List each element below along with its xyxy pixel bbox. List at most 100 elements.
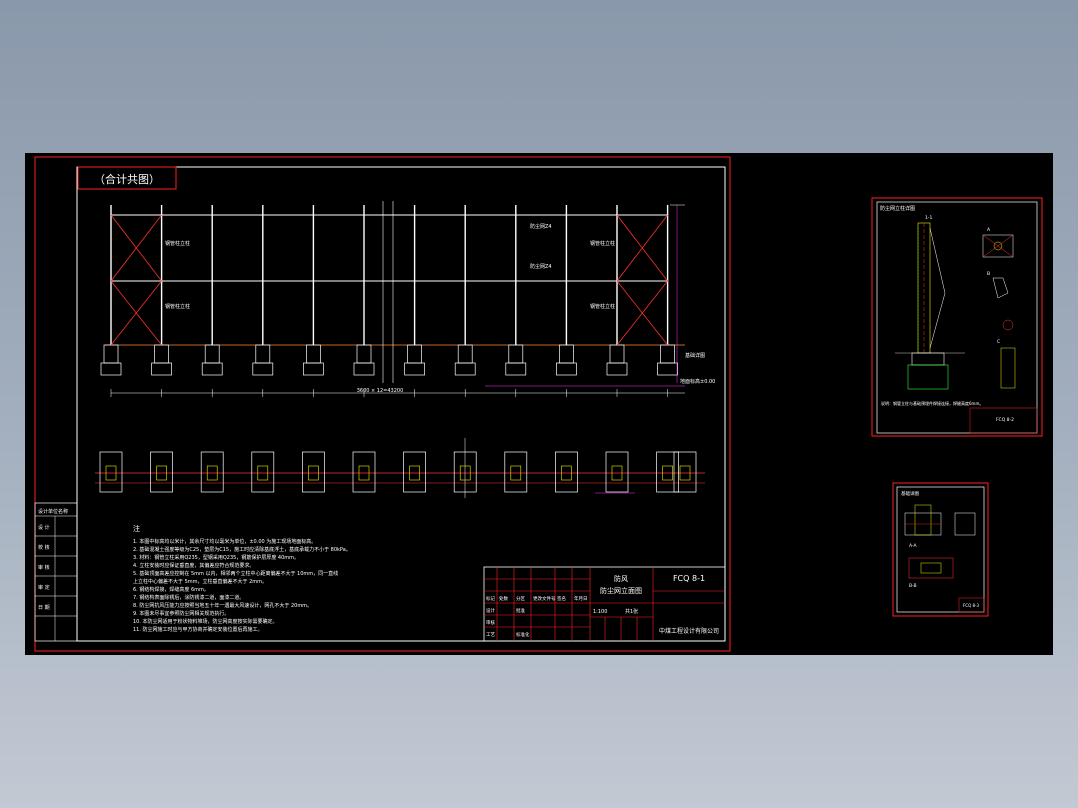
foundation-label: 基础详图 (685, 352, 705, 359)
pedestal-5 (356, 344, 372, 364)
footing-4 (303, 362, 324, 376)
note-line-0: 1. 本图中标高均以米计，其余尺寸均以毫米为单位，±0.00 为施工现场地面标高… (133, 538, 316, 545)
detail-1-label-c: B (987, 271, 990, 277)
footing-10 (606, 362, 628, 376)
detail-1-label-a: 1-1 (925, 215, 932, 221)
column-footing (907, 364, 949, 390)
pedestal-10 (609, 344, 625, 364)
tb-header-1: 处数 (499, 595, 508, 602)
detail-1-label-d: C (997, 339, 1000, 345)
tb-drawing-name-1: 防风 (614, 574, 628, 583)
tb-scale: 1:100 (593, 609, 607, 615)
plan-pad-1 (150, 451, 173, 493)
left-strip-label-3: 审 核 (38, 564, 50, 571)
detail-1-label-b: A (987, 227, 991, 233)
plan-pad-12 (673, 451, 697, 493)
tb-role-2: 工艺 (486, 632, 495, 638)
left-info-strip: 设计单位名称 设 计 校 核 审 核 审 定 日 期 (34, 502, 78, 642)
footing-9 (556, 362, 577, 376)
net-label-0: 防尘网Z4 (530, 223, 552, 230)
tb-header-4: 签名 (557, 595, 566, 602)
tb-sheet: 共1张 (625, 608, 638, 615)
ground-label: 地面标高±0.00 (680, 378, 715, 385)
footing-plan (908, 557, 954, 579)
tb-header-5: 年月日 (574, 595, 588, 602)
plan-pad-10 (605, 451, 629, 493)
plan-view (95, 438, 705, 498)
note-line-8: 8. 防尘网抗风压能力应按照当地五十年一遇最大风速设计，网孔不大于 20mm。 (133, 602, 312, 609)
note-line-7: 7. 钢结构表面除锈后，涂防锈漆二道，面漆二道。 (133, 594, 244, 601)
pedestal-8 (508, 344, 524, 364)
tb-drawing-name-2: 防尘网立面图 (600, 586, 642, 595)
pole-label-3: 钢管柱立柱 (590, 303, 615, 310)
note-line-4: 5. 基础顶面高差应控制在 5mm 以内，相邻两个立柱中心距离偏差不大于 10m… (133, 570, 338, 577)
tb-role-1: 审核 (486, 619, 495, 626)
left-strip-label-1: 设 计 (38, 524, 50, 531)
pedestal-6 (407, 344, 422, 364)
tb-role-3: 批准 (516, 607, 525, 614)
footing-6 (404, 362, 425, 376)
notes-block: 注 1. 本图中标高均以米计，其余尺寸均以毫米为单位，±0.00 为施工现场地面… (133, 524, 351, 633)
pedestal-0 (103, 344, 119, 364)
main-sheet-inner-border (76, 166, 726, 642)
pedestal-1 (154, 344, 169, 364)
note-line-9: 9. 本图未尽事宜参照防尘网相关规范执行。 (133, 610, 229, 617)
footing-1 (151, 362, 172, 376)
detail-2-drawing-no: FCQ 8-3 (963, 603, 980, 608)
detail-2-outer-border (892, 482, 989, 617)
tb-role-0: 设计 (486, 607, 495, 614)
dimension-total: 3600 × 12=43200 (357, 388, 404, 394)
plan-pad-2 (200, 451, 224, 493)
detail-2-label-b: B-B (909, 583, 917, 589)
detail-1-drawing-no: FCQ 8-2 (996, 417, 1014, 423)
detail-sheet-2: 基础详图 A-A B-B FCQ 8-3 (892, 482, 989, 617)
footing-3 (252, 362, 274, 376)
note-line-1: 2. 基础混凝土强度等级为C25，垫层为C15，施工时应清除基底浮土，基底承载力… (133, 546, 351, 553)
tb-header-2: 分区 (516, 595, 525, 602)
pedestal-4 (306, 344, 321, 364)
plan-pad-0 (99, 451, 123, 493)
footing-0 (100, 362, 122, 376)
pedestal-3 (255, 344, 271, 364)
plan-pad-9 (555, 451, 578, 493)
elevation-view (100, 201, 685, 397)
pedestal-7 (457, 344, 473, 364)
plan-pad-5 (352, 451, 376, 493)
plan-pad-4 (302, 451, 325, 493)
pole-label-0: 钢管柱立柱 (165, 240, 190, 247)
note-line-10: 10. 本防尘网适用于粉状物料堆场，防尘网高度按实际需要确定。 (133, 618, 278, 625)
note-line-5: 上立柱中心偏差不大于 5mm，立柱垂直偏差不大于 2mm。 (133, 578, 267, 585)
footing-2 (201, 362, 223, 376)
main-sheet: （合计共图） 设计单位名称 设 计 校 核 审 核 审 定 日 期 3600 ×… (34, 156, 731, 652)
pedestal-2 (204, 344, 220, 364)
cad-viewport[interactable]: （合计共图） 设计单位名称 设 计 校 核 审 核 审 定 日 期 3600 ×… (25, 153, 1053, 655)
column-base (911, 352, 945, 366)
detail-sheet-1: 防尘网立柱详图 1-1 A B C 说明：钢管立柱与基础预埋件焊接连接，焊缝高度… (871, 197, 1043, 437)
footing-5 (353, 362, 375, 376)
tb-drawing-no: FCQ 8-1 (673, 574, 705, 583)
plan-pad-11 (656, 451, 679, 493)
note-line-6: 6. 钢结构焊接，焊缝高度 6mm。 (133, 586, 209, 593)
detail-2-inner-border (896, 486, 985, 613)
detail-1-heading: 防尘网立柱详图 (880, 205, 915, 212)
pole-label-2: 钢管柱立柱 (590, 240, 615, 247)
tb-header-0: 标记 (486, 595, 495, 602)
note-line-2: 3. 材料：钢管立柱采用Q235，型钢采用Q235，钢筋保护层厚度 40mm。 (133, 554, 299, 561)
footing-7 (454, 362, 476, 376)
net-label-1: 防尘网Z4 (530, 263, 552, 270)
left-strip-label-5: 日 期 (38, 605, 50, 611)
left-strip-label-2: 校 核 (38, 544, 50, 551)
tb-role-4: 标准化 (516, 631, 530, 638)
left-strip-label-4: 审 定 (38, 584, 50, 591)
plan-pad-6 (403, 451, 426, 493)
anchor-detail (1000, 347, 1016, 389)
footing-side (954, 512, 976, 536)
pedestal-9 (559, 344, 574, 364)
detail-2-heading: 基础详图 (901, 490, 919, 497)
note-line-11: 11. 防尘网施工时应与甲方协商并确定安装位置后再施工。 (133, 626, 263, 633)
sheet-heading: （合计共图） (94, 172, 160, 186)
detail-1-note: 说明：钢管立柱与基础预埋件焊接连接，焊缝高度6mm。 (881, 400, 983, 406)
tb-header-3: 更改文件号 (533, 595, 556, 602)
cad-drawing-canvas: （合计共图） 设计单位名称 设 计 校 核 审 核 审 定 日 期 3600 ×… (34, 156, 1043, 652)
note-line-3: 4. 立柱安装时应保证垂直度，其偏差应符合规范要求。 (133, 562, 254, 569)
